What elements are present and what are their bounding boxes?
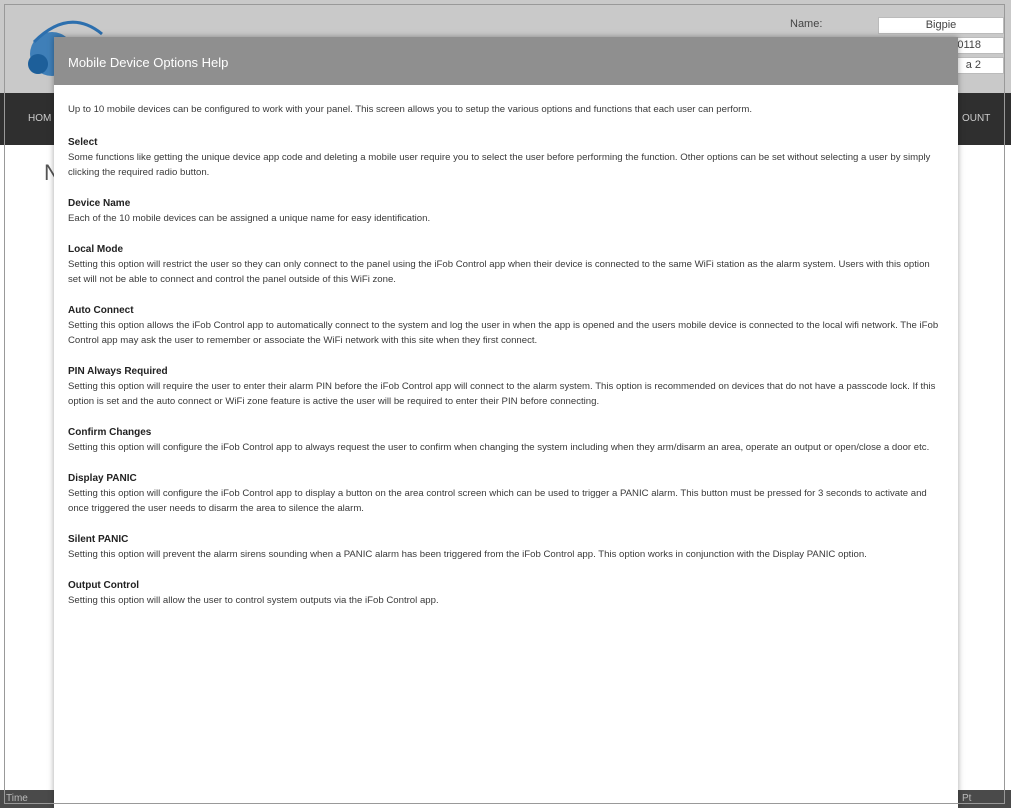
section-title: Output Control: [68, 580, 140, 591]
help-section-display-panic: Display PANIC Setting this option will c…: [68, 471, 944, 516]
section-text: Setting this option will allow the user …: [68, 595, 439, 606]
section-title: Confirm Changes: [68, 427, 152, 438]
help-modal: Mobile Device Options Help Up to 10 mobi…: [54, 37, 958, 808]
section-title: Local Mode: [68, 244, 124, 255]
nav-item-home[interactable]: HOM: [28, 113, 51, 124]
modal-title-bar[interactable]: Mobile Device Options Help: [54, 37, 958, 85]
section-title: Device Name: [68, 198, 131, 209]
section-text: Setting this option will configure the i…: [68, 442, 930, 453]
section-text: Some functions like getting the unique d…: [68, 152, 931, 178]
help-section-local-mode: Local Mode Setting this option will rest…: [68, 242, 944, 287]
section-title: Auto Connect: [68, 305, 134, 316]
nav-item-account[interactable]: OUNT: [962, 113, 990, 124]
section-title: PIN Always Required: [68, 366, 168, 377]
footer-right-text: Pt: [962, 793, 972, 804]
help-section-select: Select Some functions like getting the u…: [68, 135, 944, 180]
section-text: Setting this option will restrict the us…: [68, 259, 930, 285]
modal-body: Up to 10 mobile devices can be configure…: [54, 85, 958, 608]
name-field[interactable]: Bigpie: [878, 17, 1004, 34]
section-text: Setting this option allows the iFob Cont…: [68, 320, 939, 346]
help-section-auto-connect: Auto Connect Setting this option allows …: [68, 303, 944, 348]
section-text: Setting this option will configure the i…: [68, 488, 927, 514]
help-section-pin-always-required: PIN Always Required Setting this option …: [68, 364, 944, 409]
help-section-device-name: Device Name Each of the 10 mobile device…: [68, 196, 944, 226]
section-title: Silent PANIC: [68, 534, 129, 545]
help-section-confirm-changes: Confirm Changes Setting this option will…: [68, 425, 944, 455]
section-text: Setting this option will prevent the ala…: [68, 549, 867, 560]
name-label: Name:: [790, 18, 823, 30]
help-section-output-control: Output Control Setting this option will …: [68, 578, 944, 608]
section-text: Each of the 10 mobile devices can be ass…: [68, 213, 431, 224]
section-title: Display PANIC: [68, 473, 137, 484]
footer-left-text: Time: [6, 793, 28, 804]
section-title: Select: [68, 137, 98, 148]
help-intro: Up to 10 mobile devices can be configure…: [68, 104, 753, 115]
section-text: Setting this option will require the use…: [68, 381, 936, 407]
modal-title: Mobile Device Options Help: [68, 55, 229, 70]
help-section-silent-panic: Silent PANIC Setting this option will pr…: [68, 532, 944, 562]
